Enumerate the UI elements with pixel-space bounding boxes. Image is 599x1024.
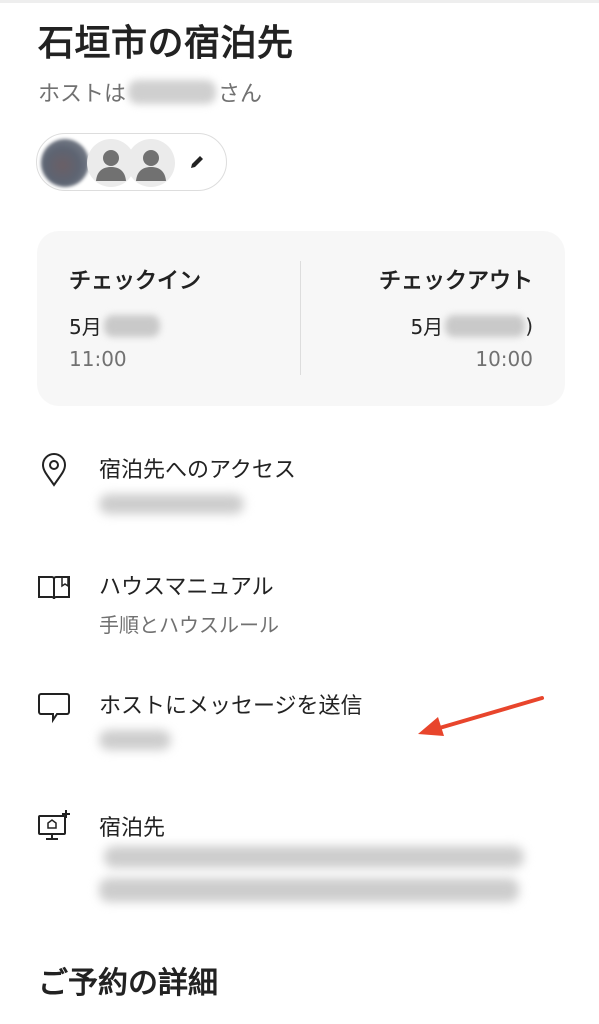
redacted-host-name-sub: [99, 730, 171, 750]
stay-dates-card: チェックイン 5月 11:00 チェックアウト 5月 ) 10:00: [37, 231, 565, 406]
chat-bubble-icon: [36, 688, 72, 724]
menu-item-access[interactable]: 宿泊先へのアクセス: [0, 446, 599, 526]
checkin-date: 5月: [69, 311, 160, 340]
redacted-host-name: [128, 80, 217, 104]
guest-avatar-placeholder-icon: [127, 139, 175, 187]
menu-item-message-host-label: ホストにメッセージを送信: [99, 694, 363, 719]
menu-item-listing-label: 宿泊先: [99, 816, 166, 841]
checkin-time: 11:00: [69, 347, 127, 371]
checkout-date: 5月 ): [410, 311, 533, 340]
host-suffix: さん: [218, 82, 263, 107]
annotation-arrow-icon: [418, 696, 544, 736]
host-avatar: [41, 139, 89, 187]
menu-item-house-manual-sub: 手順とハウスルール: [99, 613, 279, 637]
checkin-label: チェックイン: [69, 269, 202, 294]
host-prefix: ホストは: [38, 82, 127, 107]
listing-monitor-icon: [36, 808, 72, 844]
redacted-checkout-day: [445, 314, 526, 337]
reservation-details-heading: ご予約の詳細: [38, 966, 218, 1001]
checkout-time: 10:00: [475, 347, 533, 371]
book-icon: [36, 569, 72, 605]
checkout-label: チェックアウト: [378, 269, 533, 294]
top-divider: [0, 0, 599, 3]
page-title: 石垣市の宿泊先: [38, 23, 294, 64]
redacted-listing-line-1: [104, 846, 524, 868]
edit-pencil-icon[interactable]: [187, 152, 207, 172]
redacted-listing-line-2: [99, 878, 519, 902]
host-line: ホストは さん: [38, 76, 262, 108]
redacted-checkin-day: [103, 314, 160, 337]
menu-item-access-label: 宿泊先へのアクセス: [99, 458, 296, 483]
redacted-address: [99, 494, 244, 514]
checkout-date-end: ): [525, 313, 533, 338]
dates-divider: [300, 261, 301, 375]
menu-item-house-manual[interactable]: ハウスマニュアル 手順とハウスルール: [0, 565, 599, 645]
location-pin-icon: [36, 452, 72, 488]
guest-avatars-button[interactable]: [36, 133, 227, 191]
menu-item-listing[interactable]: 宿泊先: [0, 806, 599, 916]
checkout-date-text: 5月: [410, 315, 444, 339]
menu-item-house-manual-label: ハウスマニュアル: [99, 575, 274, 600]
checkin-date-text: 5月: [69, 315, 102, 339]
